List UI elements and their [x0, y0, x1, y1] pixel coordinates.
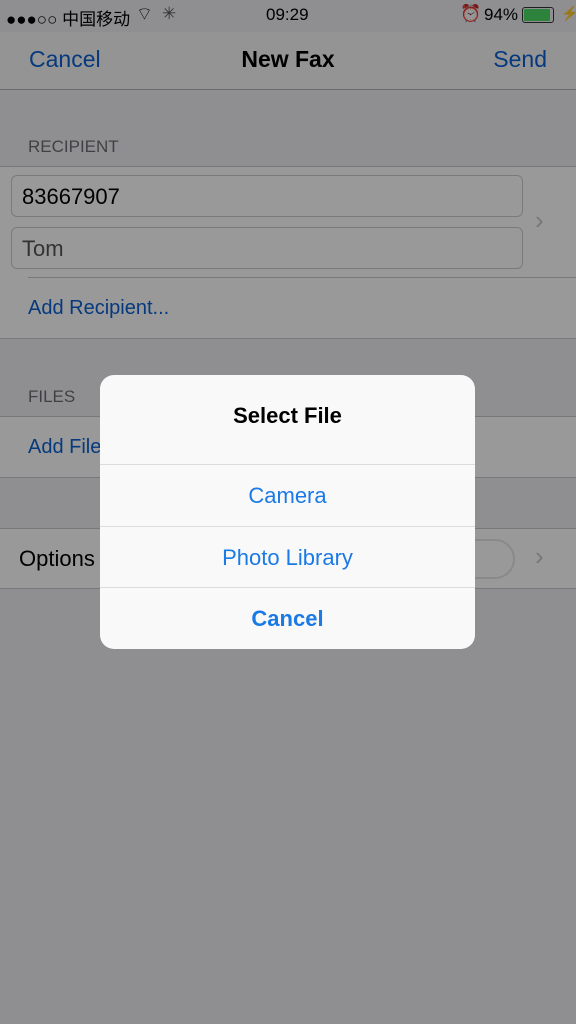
alert-cancel-button[interactable]: Cancel	[100, 587, 475, 648]
camera-button[interactable]: Camera	[100, 464, 475, 525]
alert-title: Select File	[233, 403, 342, 428]
photo-library-button[interactable]: Photo Library	[100, 526, 475, 587]
select-file-alert: Select File Camera Photo Library Cancel	[100, 375, 475, 649]
